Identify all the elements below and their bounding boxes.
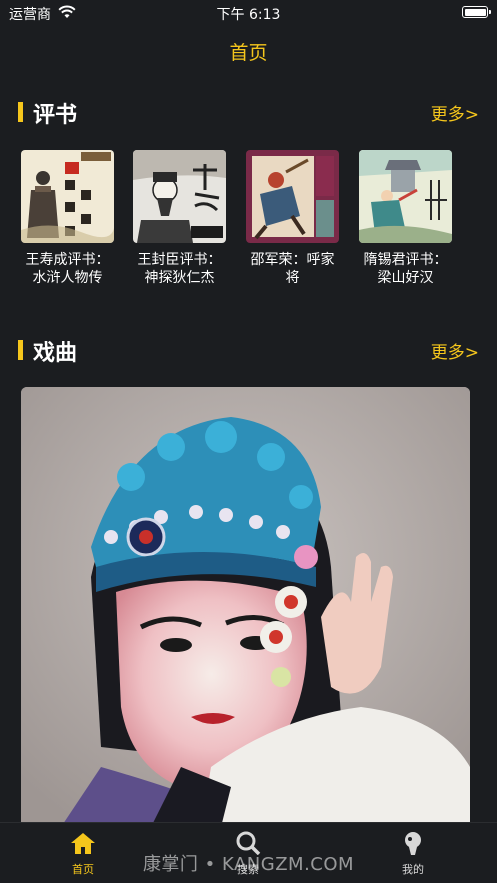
battery-icon: [462, 6, 491, 18]
book-title: 邵军荣：呼家将: [250, 252, 335, 286]
section-accent-bar: [18, 340, 23, 360]
pingshu-section-header: 评书 更多>: [18, 97, 479, 128]
pingshu-section-title: 评书: [33, 103, 78, 128]
book-title: 王封臣评书：神探狄仁杰: [137, 252, 222, 286]
book-item[interactable]: 王封臣评书：神探狄仁杰: [133, 150, 226, 287]
book-cover[interactable]: [133, 150, 226, 243]
xiqu-section-title: 戏曲: [33, 341, 78, 366]
pingshu-book-list: 王寿成评书：水浒人物传 王封臣评书：神探狄仁杰 邵军荣：呼家将 隋锡君评书：梁山…: [21, 150, 471, 295]
book-item[interactable]: 隋锡君评书：梁山好汉: [359, 150, 452, 287]
xiqu-more-link[interactable]: 更多>: [431, 338, 479, 363]
book-cover[interactable]: [359, 150, 452, 243]
book-title: 王寿成评书：水浒人物传: [25, 252, 110, 286]
book-item[interactable]: 王寿成评书：水浒人物传: [21, 150, 114, 287]
xiqu-section-header: 戏曲 更多>: [18, 335, 479, 366]
book-item[interactable]: 邵军荣：呼家将: [246, 150, 339, 287]
status-bar: 运营商 下午 6:13: [0, 0, 497, 26]
clock: 下午 6:13: [216, 7, 281, 23]
book-cover[interactable]: [21, 150, 114, 243]
opera-feature-image[interactable]: [21, 387, 470, 827]
pingshu-more-link[interactable]: 更多>: [431, 100, 479, 125]
book-title: 隋锡君评书：梁山好汉: [363, 252, 448, 286]
page-title: 首页: [229, 42, 268, 64]
section-accent-bar: [18, 102, 23, 122]
book-cover[interactable]: [246, 150, 339, 243]
watermark: 康掌门 • KANGZM.COM: [142, 854, 355, 875]
